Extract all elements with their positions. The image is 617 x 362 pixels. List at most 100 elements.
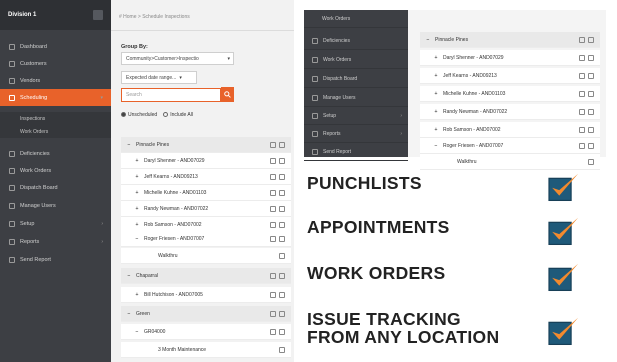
document-icon[interactable] <box>270 235 276 242</box>
tree-row[interactable]: + Randy Newman - AND07022 <box>420 104 600 120</box>
document-icon[interactable] <box>270 328 276 335</box>
collapse-icon[interactable]: − <box>432 143 440 149</box>
sidebar-item-scheduling[interactable]: Scheduling ▾ <box>0 89 111 106</box>
dark-menu-item-send-report[interactable]: Send Report <box>304 143 408 161</box>
tree-row[interactable]: − Roger Friesen - AND07007 <box>420 138 600 154</box>
edit-icon[interactable] <box>279 173 285 180</box>
edit-icon[interactable] <box>279 252 285 259</box>
tree-row[interactable]: Walkthru <box>420 154 600 170</box>
search-input[interactable]: Search <box>121 88 221 102</box>
expand-icon[interactable]: + <box>432 127 440 133</box>
collapse-icon[interactable]: − <box>125 311 133 317</box>
edit-icon[interactable] <box>279 141 285 148</box>
unscheduled-radio[interactable]: Unscheduled <box>121 112 157 118</box>
sidebar-toggle-button[interactable] <box>93 10 103 20</box>
include-all-radio[interactable]: Include All <box>163 112 193 118</box>
document-icon[interactable] <box>270 141 276 148</box>
search-button[interactable] <box>221 87 234 102</box>
edit-icon[interactable] <box>588 108 594 115</box>
edit-icon[interactable] <box>588 36 594 43</box>
document-icon[interactable] <box>270 205 276 212</box>
sidebar-item-send-report[interactable]: Send Report <box>0 251 111 268</box>
dark-menu-item-dispatch-board[interactable]: Dispatch Board <box>304 70 408 88</box>
date-range-select[interactable]: Expected date range... ▾ <box>121 71 197 84</box>
edit-icon[interactable] <box>279 291 285 298</box>
edit-icon[interactable] <box>588 158 594 165</box>
collapse-icon[interactable]: − <box>424 37 432 43</box>
tree-row[interactable]: − Roger Friesen - AND07007 <box>121 231 291 247</box>
tree-group-row[interactable]: − Pinnacle Pines <box>121 137 291 153</box>
group-by-select[interactable]: Community>Customer>Inspectio ▾ <box>121 52 234 65</box>
tree-row[interactable]: + Michelle Kuhne - AND01103 <box>121 185 291 201</box>
document-icon[interactable] <box>270 157 276 164</box>
expand-icon[interactable]: + <box>133 190 141 196</box>
tree-row[interactable]: 3 Month Maintenance <box>121 342 291 358</box>
edit-icon[interactable] <box>588 72 594 79</box>
tree-group-row[interactable]: − Chaparral <box>121 268 291 284</box>
expand-icon[interactable]: + <box>432 91 440 97</box>
sidebar-item-reports[interactable]: Reports › <box>0 233 111 250</box>
edit-icon[interactable] <box>279 235 285 242</box>
expand-icon[interactable]: + <box>133 206 141 212</box>
document-icon[interactable] <box>270 272 276 279</box>
sidebar-item-customers[interactable]: Customers <box>0 55 111 72</box>
dark-menu-item-reports[interactable]: Reports › <box>304 125 408 143</box>
document-icon[interactable] <box>579 126 585 133</box>
tree-row[interactable]: + Daryl Shenner - AND07029 <box>121 153 291 169</box>
expand-icon[interactable]: + <box>432 55 440 61</box>
document-icon[interactable] <box>579 90 585 97</box>
collapse-icon[interactable]: − <box>125 142 133 148</box>
edit-icon[interactable] <box>279 328 285 335</box>
edit-icon[interactable] <box>588 126 594 133</box>
tree-row[interactable]: Walkthru <box>121 248 291 264</box>
expand-icon[interactable]: + <box>432 109 440 115</box>
sidebar-item-dashboard[interactable]: Dashboard <box>0 38 111 55</box>
expand-icon[interactable]: + <box>133 222 141 228</box>
tree-group-row[interactable]: − Green <box>121 306 291 322</box>
expand-icon[interactable]: + <box>133 158 141 164</box>
document-icon[interactable] <box>270 173 276 180</box>
sidebar-item-manage-users[interactable]: Manage Users <box>0 197 111 214</box>
document-icon[interactable] <box>270 221 276 228</box>
document-icon[interactable] <box>579 142 585 149</box>
edit-icon[interactable] <box>279 221 285 228</box>
tree-row[interactable]: + Bill Hutchison - AND07005 <box>121 287 291 303</box>
dark-menu-item-setup[interactable]: Setup › <box>304 107 408 125</box>
sidebar-subitem-work-orders[interactable]: Work Orders <box>0 125 111 138</box>
edit-icon[interactable] <box>588 142 594 149</box>
sidebar-item-setup[interactable]: Setup › <box>0 215 111 232</box>
tree-row[interactable]: + Rob Samson - AND07002 <box>420 122 600 138</box>
edit-icon[interactable] <box>279 346 285 353</box>
collapse-icon[interactable]: − <box>133 329 141 335</box>
edit-icon[interactable] <box>279 189 285 196</box>
sidebar-item-vendors[interactable]: Vendors <box>0 72 111 89</box>
tree-row[interactable]: + Michelle Kuhne - AND01103 <box>420 86 600 102</box>
tree-row[interactable]: + Jeff Kearns - AND09213 <box>420 68 600 84</box>
document-icon[interactable] <box>579 108 585 115</box>
document-icon[interactable] <box>270 189 276 196</box>
edit-icon[interactable] <box>588 90 594 97</box>
sidebar-item-deficiencies[interactable]: Deficiencies <box>0 145 111 162</box>
edit-icon[interactable] <box>279 272 285 279</box>
expand-icon[interactable]: + <box>133 174 141 180</box>
collapse-icon[interactable]: − <box>133 236 141 242</box>
sidebar-subitem-inspections[interactable]: Inspections <box>0 112 111 125</box>
expand-icon[interactable]: + <box>133 292 141 298</box>
dark-menu-item-deficiencies[interactable]: Deficiencies <box>304 32 408 50</box>
dark-menu-item-manage-users[interactable]: Manage Users <box>304 89 408 107</box>
tree-row[interactable]: + Randy Newman - AND07022 <box>121 201 291 217</box>
expand-icon[interactable]: + <box>432 73 440 79</box>
breadcrumb[interactable]: # Home > Schedule Inspections <box>119 14 190 20</box>
edit-icon[interactable] <box>279 310 285 317</box>
document-icon[interactable] <box>579 54 585 61</box>
edit-icon[interactable] <box>279 157 285 164</box>
collapse-icon[interactable]: − <box>125 273 133 279</box>
dark-menu-item-work-orders[interactable]: Work Orders <box>304 51 408 69</box>
document-icon[interactable] <box>579 36 585 43</box>
edit-icon[interactable] <box>588 54 594 61</box>
edit-icon[interactable] <box>279 205 285 212</box>
tree-row[interactable]: + Daryl Shenner - AND07029 <box>420 50 600 66</box>
sidebar-item-dispatch-board[interactable]: Dispatch Board <box>0 179 111 196</box>
sidebar-item-work-orders[interactable]: Work Orders <box>0 162 111 179</box>
tree-group-row[interactable]: − Pinnacle Pines <box>420 32 600 48</box>
